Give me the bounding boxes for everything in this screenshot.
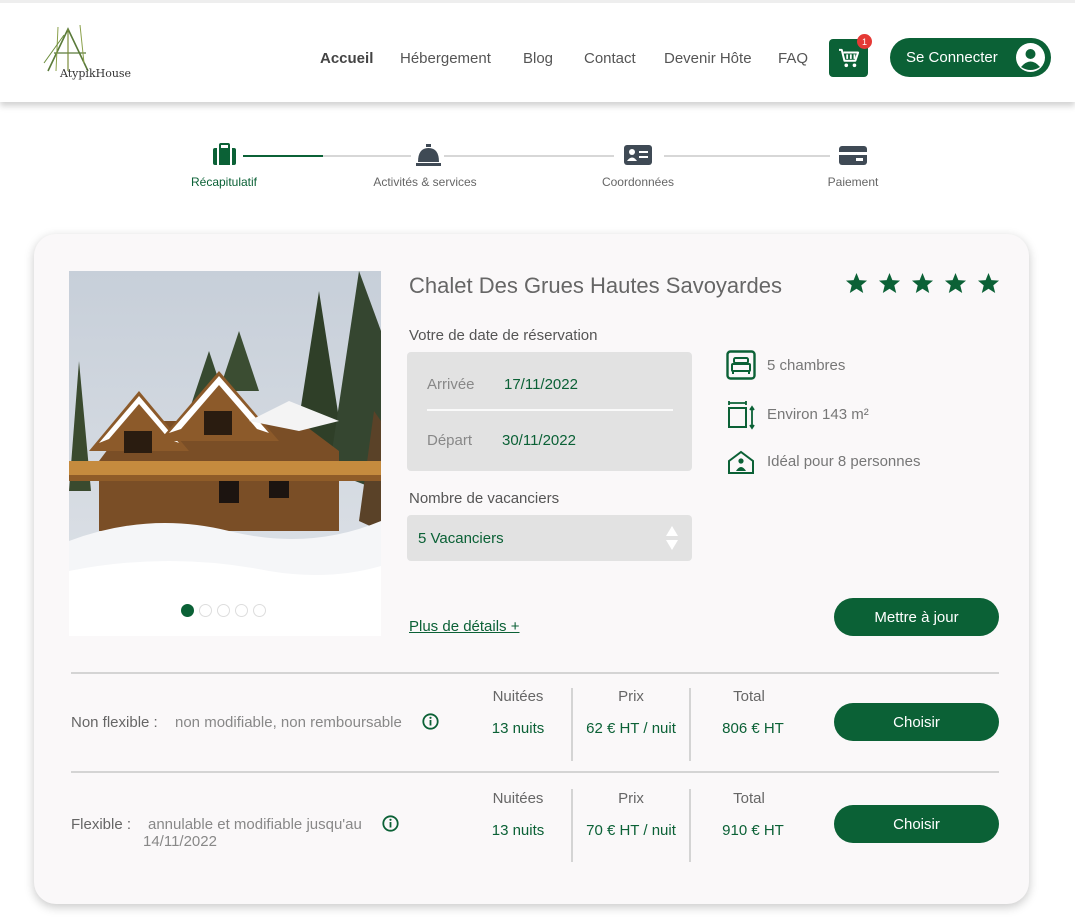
- carousel-dots: [181, 604, 266, 617]
- nav-blog[interactable]: Blog: [523, 50, 553, 67]
- star-rating: [845, 272, 1000, 294]
- guests-label: Nombre de vacanciers: [409, 490, 560, 507]
- feature-capacity: Idéal pour 8 personnes: [767, 453, 921, 470]
- star-icon: [878, 272, 901, 294]
- column-divider: [571, 789, 573, 862]
- chalet-image: [69, 271, 381, 636]
- date-divider: [427, 409, 673, 411]
- total-value: 910 € HT: [722, 822, 784, 839]
- step-label-activites[interactable]: Activités & services: [373, 175, 476, 189]
- nights-value: 13 nuits: [491, 720, 545, 737]
- area-icon: [728, 401, 755, 430]
- divider: [71, 672, 999, 674]
- step-line-2: [444, 155, 614, 157]
- divider: [71, 771, 999, 773]
- more-details-link[interactable]: Plus de détails +: [409, 618, 520, 635]
- nights-header: Nuitées: [492, 688, 544, 705]
- step-label-recapitulatif[interactable]: Récapitulatif: [191, 175, 257, 189]
- carousel-dot-3[interactable]: [217, 604, 230, 617]
- listing-photo[interactable]: [69, 271, 381, 636]
- arrival-label: Arrivée: [427, 376, 475, 393]
- total-header: Total: [733, 688, 765, 705]
- choose-flex-button[interactable]: Choisir: [834, 805, 999, 843]
- house-person-icon: [728, 450, 754, 474]
- date-range-box[interactable]: Arrivée 17/11/2022 Départ 30/11/2022: [407, 352, 692, 471]
- total-value: 806 € HT: [722, 720, 784, 737]
- carousel-dot-1[interactable]: [181, 604, 194, 617]
- step-progress-line: [243, 155, 323, 157]
- user-circle-icon: [1016, 43, 1045, 72]
- column-divider: [689, 688, 691, 761]
- column-divider: [689, 789, 691, 862]
- nights-header: Nuitées: [492, 790, 544, 807]
- rate-name-nonflex: Non flexible :: [71, 714, 158, 731]
- site-header: AtypikHouse Accueil Hébergement Blog Con…: [0, 0, 1075, 102]
- rate-desc-flex-date: 14/11/2022: [143, 833, 217, 850]
- nav-accueil[interactable]: Accueil: [320, 50, 373, 67]
- step-line-3: [664, 155, 830, 157]
- info-icon[interactable]: [422, 713, 439, 730]
- step-label-coordonnees[interactable]: Coordonnées: [602, 175, 674, 189]
- nights-value: 13 nuits: [491, 822, 545, 839]
- select-arrows-icon: [666, 526, 678, 550]
- arrival-date[interactable]: 17/11/2022: [504, 376, 578, 393]
- logo-house-icon: [43, 24, 89, 72]
- star-icon: [911, 272, 934, 294]
- step-label-paiement[interactable]: Paiement: [828, 175, 879, 189]
- guests-value: 5 Vacanciers: [418, 530, 504, 547]
- total-header: Total: [733, 790, 765, 807]
- info-icon[interactable]: [382, 815, 399, 832]
- site-logo[interactable]: AtypikHouse: [42, 23, 142, 89]
- logo-text: AtypikHouse: [60, 67, 132, 80]
- departure-date[interactable]: 30/11/2022: [502, 432, 576, 449]
- rate-name-flex: Flexible :: [71, 816, 132, 833]
- update-button[interactable]: Mettre à jour: [834, 598, 999, 636]
- listing-title: Chalet Des Grues Hautes Savoyardes: [409, 273, 782, 298]
- price-value: 70 € HT / nuit: [586, 822, 676, 839]
- star-icon: [845, 272, 868, 294]
- nav-devenir-hote[interactable]: Devenir Hôte: [664, 50, 752, 67]
- price-header: Prix: [618, 688, 644, 705]
- id-card-icon[interactable]: [623, 143, 653, 167]
- rate-desc-nonflex: non modifiable, non remboursable: [175, 714, 402, 731]
- carousel-dot-5[interactable]: [253, 604, 266, 617]
- choose-nonflex-button[interactable]: Choisir: [834, 703, 999, 741]
- star-icon: [944, 272, 967, 294]
- credit-card-icon[interactable]: [838, 143, 868, 167]
- guests-select[interactable]: 5 Vacanciers: [407, 515, 692, 561]
- rate-desc-flex: annulable et modifiable jusqu'au: [148, 816, 362, 833]
- carousel-dot-2[interactable]: [199, 604, 212, 617]
- reservation-date-label: Votre de date de réservation: [409, 327, 598, 344]
- nav-hebergement[interactable]: Hébergement: [400, 50, 491, 67]
- carousel-dot-4[interactable]: [235, 604, 248, 617]
- cart-count-badge: 1: [857, 34, 872, 49]
- column-divider: [571, 688, 573, 761]
- feature-bedrooms: 5 chambres: [767, 357, 846, 374]
- step-line-1: [323, 155, 411, 157]
- nav-faq[interactable]: FAQ: [778, 50, 808, 67]
- price-header: Prix: [618, 790, 644, 807]
- suitcase-icon[interactable]: [212, 143, 237, 167]
- star-icon: [977, 272, 1000, 294]
- departure-label: Départ: [427, 432, 473, 449]
- login-button[interactable]: Se Connecter: [890, 38, 1051, 77]
- nav-contact[interactable]: Contact: [584, 50, 636, 67]
- service-bell-icon[interactable]: [415, 143, 442, 167]
- price-value: 62 € HT / nuit: [586, 720, 676, 737]
- login-label: Se Connecter: [906, 49, 998, 66]
- bed-icon: [726, 350, 756, 380]
- feature-area: Environ 143 m²: [767, 406, 869, 423]
- cart-icon: [838, 48, 859, 68]
